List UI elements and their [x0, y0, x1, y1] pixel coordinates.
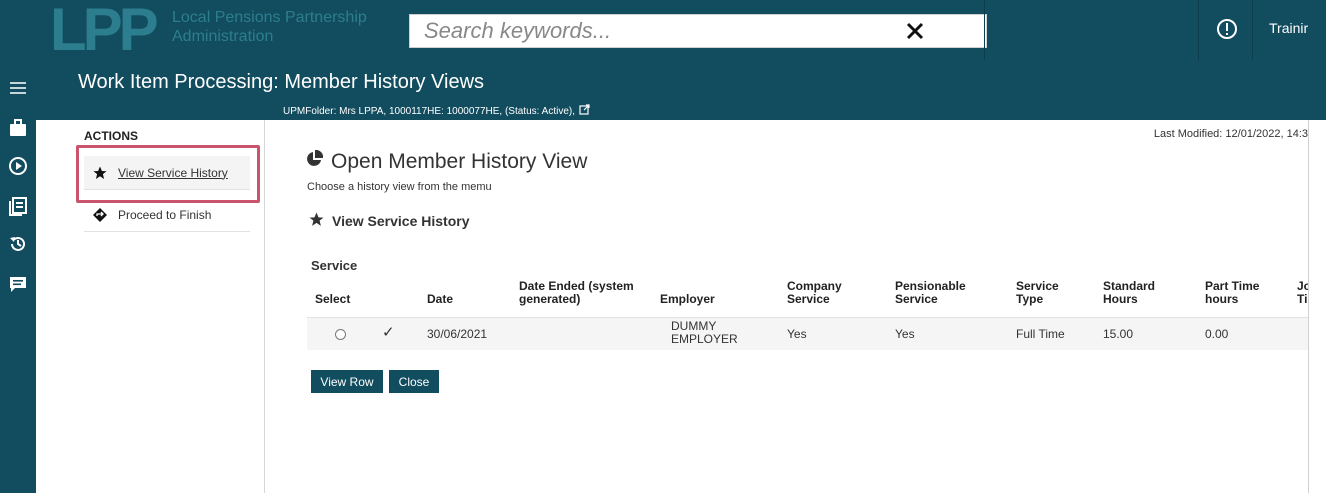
header-service-type: Service Type: [1016, 279, 1059, 306]
close-button[interactable]: Close: [389, 370, 439, 393]
cell-employer: DUMMY EMPLOYER: [671, 319, 738, 346]
header-select: Select: [315, 292, 351, 306]
diamond-arrow-icon: [92, 207, 108, 223]
folder-subtitle: UPMFolder: Mrs LPPA, 1000117HE: 1000077H…: [283, 104, 590, 118]
header-date: Date: [427, 292, 454, 306]
header-employer: Employer: [660, 292, 715, 306]
row-select-radio[interactable]: [335, 329, 346, 340]
comment-icon[interactable]: [8, 274, 28, 294]
search-icon[interactable]: [942, 14, 976, 48]
highlight-box: [76, 145, 260, 203]
open-history-title: Open Member History View: [305, 149, 587, 174]
cell-standard-hours: 15.00: [1103, 327, 1134, 341]
play-circle-icon[interactable]: [8, 156, 28, 176]
scroll-edge: [1308, 120, 1326, 493]
user-name[interactable]: Trainir: [1269, 20, 1308, 36]
instruction-text: Choose a history view from the memu: [307, 181, 492, 193]
cell-company-service: Yes: [787, 327, 807, 341]
documents-icon[interactable]: [8, 196, 28, 216]
cell-service-type: Full Time: [1016, 327, 1065, 341]
view-row-button[interactable]: View Row: [311, 370, 383, 393]
page-title: Work Item Processing: Member History Vie…: [78, 71, 485, 93]
header-pensionable-service: Pensionable Service: [895, 279, 966, 306]
pie-chart-icon: [305, 149, 324, 174]
header-standard-hours: Standard Hours: [1103, 279, 1156, 306]
action-label: Proceed to Finish: [118, 207, 212, 222]
divider: [984, 0, 985, 60]
action-proceed-to-finish[interactable]: Proceed to Finish: [84, 198, 250, 232]
briefcase-icon[interactable]: [8, 118, 28, 138]
last-modified: Last Modified: 12/01/2022, 14:3: [1153, 128, 1308, 140]
logo[interactable]: LPP: [50, 0, 159, 60]
hamburger-menu-icon[interactable]: [8, 78, 28, 98]
history-icon[interactable]: [8, 234, 28, 254]
header-company-service: Company Service: [787, 279, 842, 306]
left-rail: [0, 0, 36, 493]
logo-text: Local Pensions Partnership Administratio…: [172, 9, 367, 45]
service-label: Service: [311, 258, 358, 273]
title-bar: Work Item Processing: Member History Vie…: [36, 60, 1326, 120]
header-date-ended: Date Ended (system generated): [519, 279, 634, 306]
divider: [1198, 0, 1199, 60]
main-content: Last Modified: 12/01/2022, 14:3 Open Mem…: [265, 120, 1311, 493]
actions-heading: ACTIONS: [84, 129, 138, 143]
external-link-icon[interactable]: [579, 104, 590, 118]
section-heading: View Service History: [309, 212, 469, 230]
search-input[interactable]: [410, 15, 910, 47]
cell-pensionable-service: Yes: [895, 327, 915, 341]
cell-part-time-hours: 0.00: [1205, 327, 1229, 341]
cell-date: 30/06/2021: [427, 327, 488, 341]
alert-icon[interactable]: [1216, 18, 1240, 42]
check-icon: ✓: [382, 324, 395, 341]
header-part-time-hours: Part Time hours: [1205, 279, 1260, 306]
clear-search-icon[interactable]: [898, 14, 932, 48]
star-icon: [309, 212, 324, 230]
top-bar: LPP Local Pensions Partnership Administr…: [36, 0, 1326, 60]
divider: [1252, 0, 1253, 60]
